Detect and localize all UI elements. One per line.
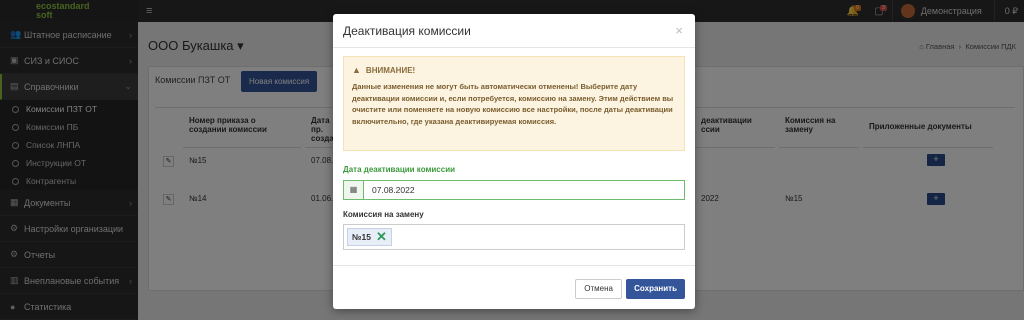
warning-text: Данные изменения не могут быть автоматич…	[352, 82, 674, 126]
save-button[interactable]: Сохранить	[626, 279, 685, 299]
remove-chip-icon[interactable]: ✕	[376, 230, 387, 243]
date-value[interactable]: 07.08.2022	[364, 181, 415, 199]
replacement-chip: №15 ✕	[347, 228, 392, 246]
replacement-label: Комиссия на замену	[343, 210, 424, 219]
close-icon[interactable]: ×	[675, 23, 683, 38]
deactivation-date-field[interactable]: ▦ 07.08.2022	[343, 180, 685, 200]
deactivate-commission-modal: Деактивация комиссии × ▲ ВНИМАНИЕ! Данны…	[333, 14, 695, 309]
date-label: Дата деактивации комиссии	[343, 165, 456, 174]
warning-icon: ▲	[352, 65, 361, 75]
warning-alert: ▲ ВНИМАНИЕ! Данные изменения не могут бы…	[343, 56, 685, 151]
modal-footer: Отмена Сохранить	[333, 265, 695, 309]
warning-title-text: ВНИМАНИЕ!	[365, 65, 416, 75]
modal-title: Деактивация комиссии	[343, 23, 471, 38]
cancel-button[interactable]: Отмена	[575, 279, 622, 299]
chip-label: №15	[352, 232, 371, 242]
modal-header: Деактивация комиссии ×	[333, 14, 695, 48]
replacement-select[interactable]: №15 ✕	[343, 224, 685, 250]
warning-title: ▲ ВНИМАНИЕ!	[352, 65, 676, 75]
calendar-icon[interactable]: ▦	[344, 181, 364, 199]
